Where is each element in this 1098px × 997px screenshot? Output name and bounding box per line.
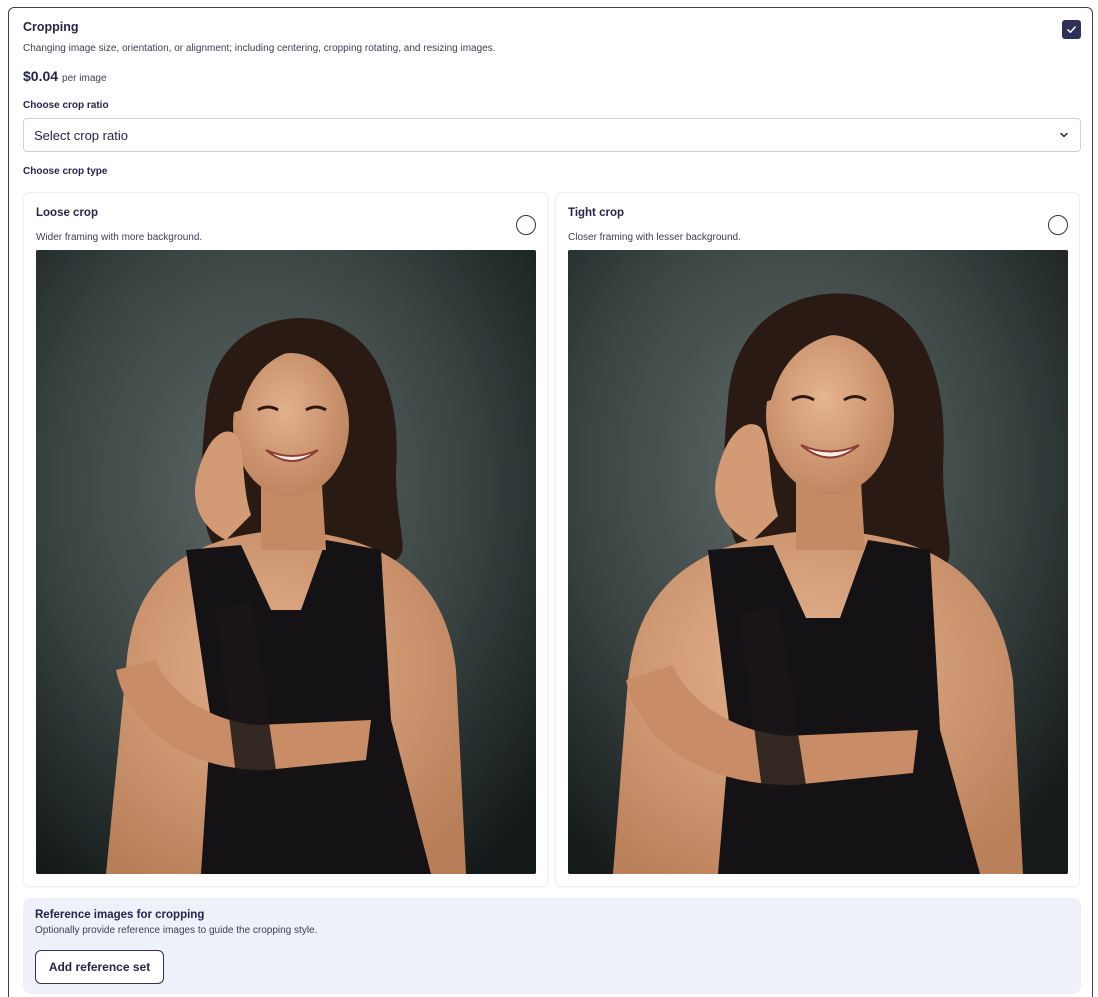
reference-title: Reference images for cropping [35,909,205,921]
tight-crop-photo [568,250,1068,874]
checkmark-icon [1067,26,1076,33]
add-reference-set-button[interactable]: Add reference set [35,950,164,984]
reference-description: Optionally provide reference images to g… [35,925,318,936]
loose-crop-option[interactable]: Loose crop Wider framing with more backg… [23,192,548,887]
price-amount: $0.04 [23,68,59,84]
tight-crop-description: Closer framing with lesser background. [568,232,741,243]
tight-crop-radio[interactable] [1048,215,1068,235]
crop-ratio-select-value: Select crop ratio [34,127,128,143]
crop-ratio-label: Choose crop ratio [23,100,109,111]
loose-crop-photo [36,250,536,874]
cropping-card: Cropping Changing image size, orientatio… [8,7,1093,997]
loose-crop-radio[interactable] [516,215,536,235]
tight-crop-option[interactable]: Tight crop Closer framing with lesser ba… [555,192,1080,887]
crop-type-label: Choose crop type [23,166,108,177]
price-unit: per image [62,73,107,84]
loose-crop-description: Wider framing with more background. [36,232,203,243]
section-title: Cropping [23,20,79,34]
chevron-down-icon [1060,132,1068,138]
cropping-checkbox[interactable] [1062,20,1081,39]
crop-ratio-select[interactable]: Select crop ratio [23,118,1081,152]
loose-crop-title: Loose crop [36,207,98,219]
price: $0.04 per image [23,68,107,84]
reference-images-panel: Reference images for cropping Optionally… [23,898,1081,994]
section-description: Changing image size, orientation, or ali… [23,43,496,54]
tight-crop-title: Tight crop [568,207,625,219]
